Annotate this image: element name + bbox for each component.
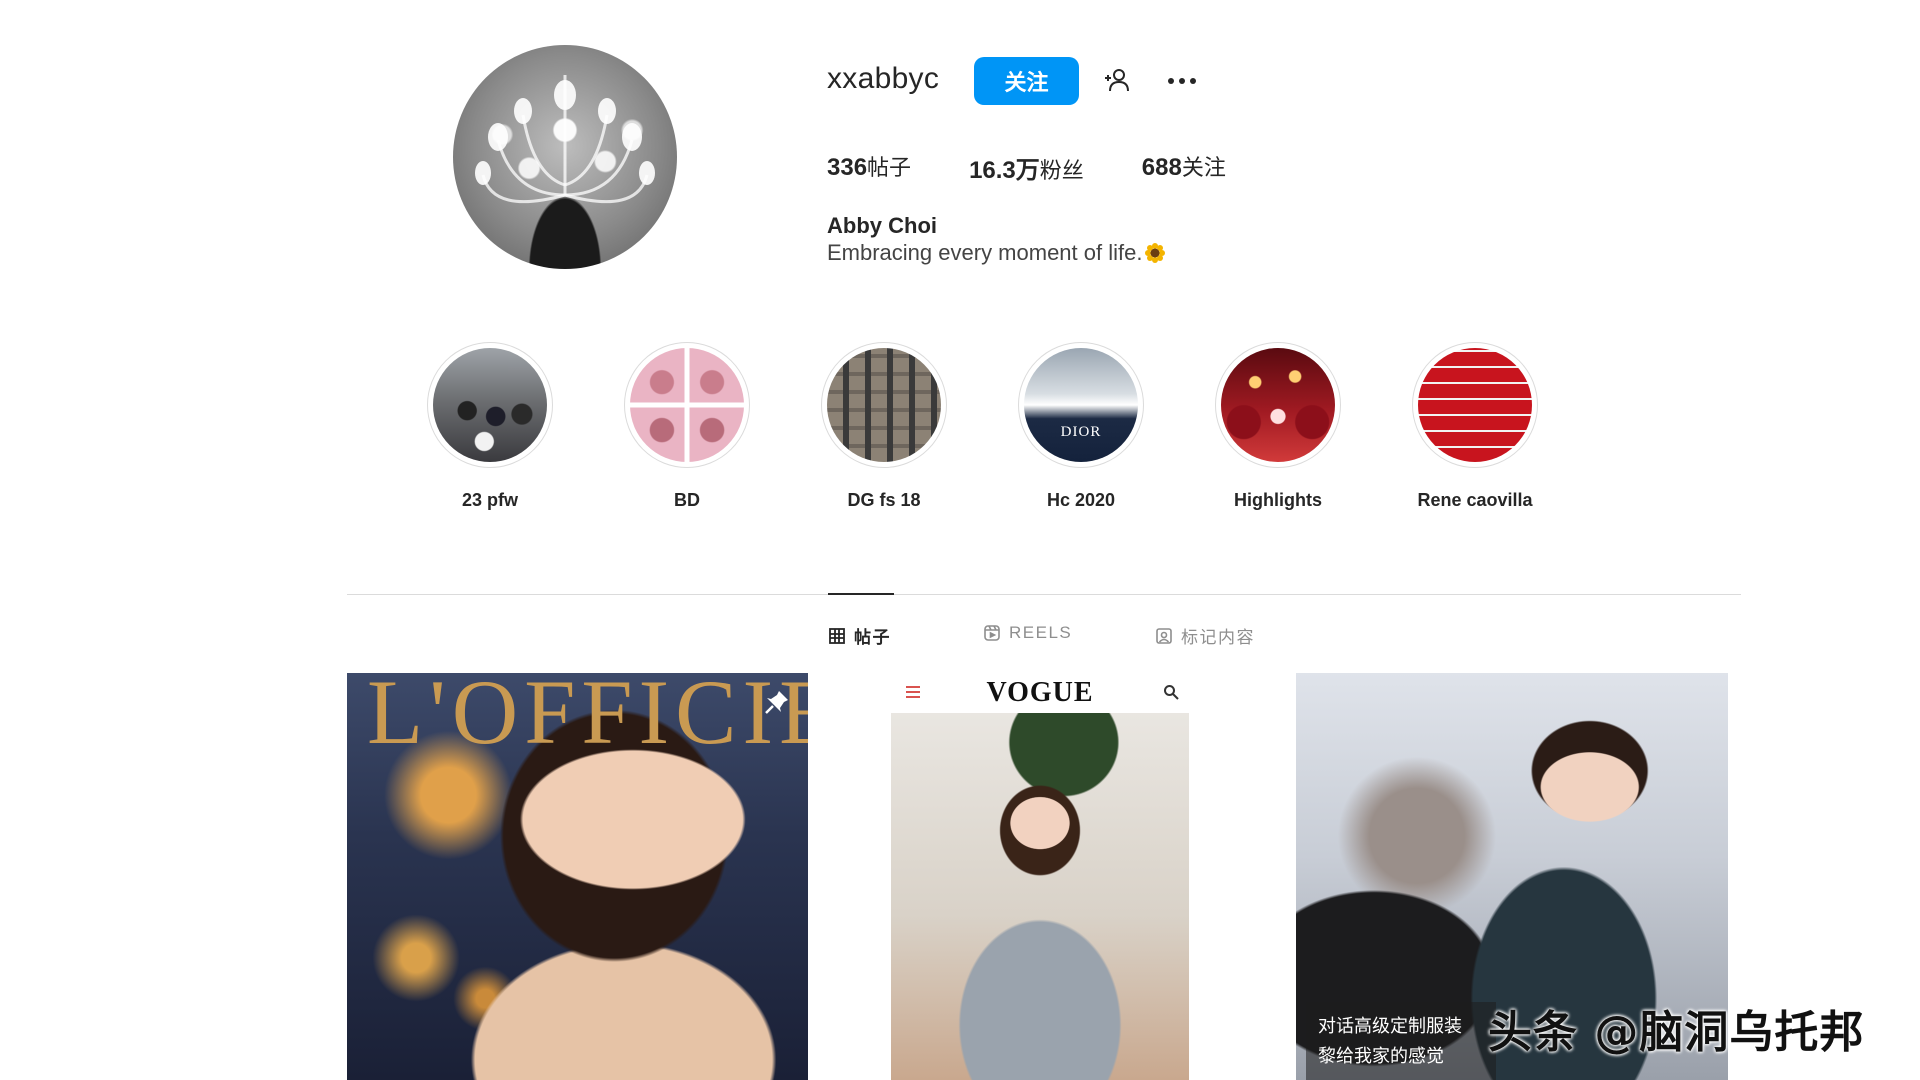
highlight-cover: DIOR — [1024, 348, 1138, 462]
search-icon — [1163, 684, 1179, 700]
highlight-cover — [1221, 348, 1335, 462]
pinned-post-icon — [764, 689, 790, 715]
suggest-user-icon[interactable] — [1102, 66, 1130, 94]
highlight-cover — [827, 348, 941, 462]
caption-line: 黎给我家的感觉 — [1318, 1046, 1444, 1067]
post-photo — [891, 713, 1189, 1080]
following-count: 688 — [1141, 154, 1182, 181]
highlight-ring — [1215, 342, 1341, 468]
highlight-item[interactable]: DIOR Hc 2020 — [1006, 342, 1156, 511]
chandelier-image — [475, 75, 655, 204]
highlight-label: Highlights — [1234, 490, 1322, 510]
sunflower-icon — [1144, 242, 1166, 264]
grid-icon — [829, 627, 845, 644]
follow-button[interactable]: 关注 — [974, 57, 1079, 105]
highlight-label: Hc 2020 — [1046, 490, 1116, 510]
posts-stat[interactable]: 336帖子 — [827, 150, 911, 185]
tab-tagged-label: 标记内容 — [1181, 628, 1255, 647]
tab-posts-label: 帖子 — [854, 628, 891, 647]
post-tile[interactable]: VOGUE — [837, 673, 1299, 1080]
highlight-cover — [630, 348, 744, 462]
tagged-icon — [1156, 627, 1172, 644]
highlight-ring: DIOR — [1018, 342, 1144, 468]
profile-avatar[interactable] — [453, 45, 677, 269]
highlight-cover — [433, 348, 547, 462]
highlight-item[interactable]: 23 pfw — [415, 342, 565, 511]
followers-count: 16.3万 — [969, 157, 1040, 184]
tab-tagged[interactable]: 标记内容 — [1156, 623, 1255, 648]
highlight-item[interactable]: Highlights — [1203, 342, 1353, 511]
magazine-title: L'OFFICIEL — [367, 673, 808, 763]
following-stat[interactable]: 688关注 — [1142, 150, 1226, 185]
highlight-label: BD — [674, 490, 700, 510]
highlight-ring — [624, 342, 750, 468]
post-tile[interactable]: L'OFFICIEL — [347, 673, 808, 1080]
profile-stats: 336帖子 16.3万粉丝 688关注 — [827, 150, 1284, 185]
highlight-ring — [1412, 342, 1538, 468]
highlight-item[interactable]: BD — [612, 342, 762, 511]
highlight-cover — [1418, 348, 1532, 462]
tab-reels[interactable]: REELS — [984, 623, 1072, 643]
tab-posts[interactable]: 帖子 — [829, 623, 891, 648]
followers-stat[interactable]: 16.3万粉丝 — [969, 150, 1084, 185]
hamburger-menu-icon — [905, 685, 921, 699]
highlight-item[interactable]: Rene caovilla — [1400, 342, 1550, 511]
active-tab-indicator — [828, 593, 894, 595]
posts-label: 帖子 — [867, 156, 912, 181]
profile-username: xxabbyc — [827, 62, 940, 95]
profile-bio: Embracing every moment of life. — [827, 240, 1166, 266]
watermark-text: 头条 @脑洞乌托邦 — [1488, 1007, 1865, 1058]
highlight-item[interactable]: DG fs 18 — [809, 342, 959, 511]
profile-full-name: Abby Choi — [827, 213, 937, 238]
highlight-label: 23 pfw — [461, 490, 518, 510]
following-label: 关注 — [1181, 156, 1226, 181]
highlight-ring — [821, 342, 947, 468]
highlight-label: DG fs 18 — [847, 490, 921, 510]
story-highlights: 23 pfw BD DG fs 18 DIOR Hc 2020 Highligh… — [415, 342, 1538, 522]
posts-count: 336 — [827, 154, 868, 181]
caption-line: 对话高级定制服装 — [1318, 1016, 1462, 1037]
magazine-title: VOGUE — [986, 677, 1094, 708]
reels-icon — [984, 625, 1000, 641]
tab-reels-label: REELS — [1009, 623, 1073, 642]
bio-text: Embracing every moment of life. — [827, 240, 1143, 265]
highlight-label: Rene caovilla — [1417, 490, 1533, 510]
tabs-divider — [347, 594, 1741, 595]
highlight-ring — [427, 342, 553, 468]
vogue-header: VOGUE — [891, 673, 1189, 713]
more-options-icon[interactable] — [1168, 78, 1196, 84]
post-caption: 对话高级定制服装 黎给我家的感觉 — [1306, 1002, 1496, 1080]
followers-label: 粉丝 — [1039, 159, 1084, 184]
dior-logo: DIOR — [1060, 424, 1102, 440]
